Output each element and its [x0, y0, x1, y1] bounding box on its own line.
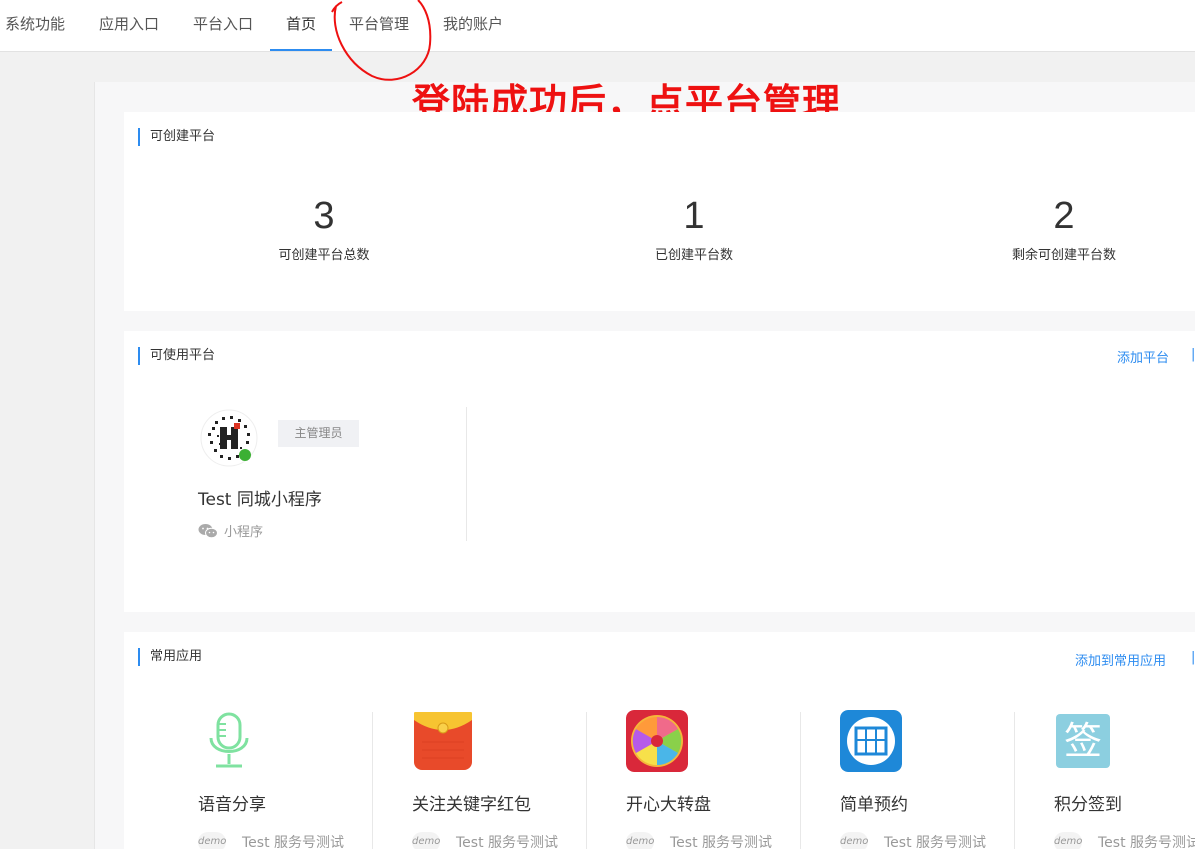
app-owner: demo Test 服务号测试 — [1054, 832, 1195, 849]
platform-qr-avatar — [200, 409, 258, 467]
demo-logo: demo — [198, 832, 226, 849]
divider — [800, 712, 801, 849]
stat-value: 3 — [313, 195, 335, 237]
appointment-icon[interactable] — [840, 710, 902, 772]
card-title: 常用应用 — [138, 648, 202, 666]
creatable-platform-card: 可创建平台 3 可创建平台总数 1 已创建平台数 2 剩余可创建平台数 — [124, 112, 1195, 311]
stat-remaining: 2 剩余可创建平台数 — [964, 194, 1164, 263]
tab-home[interactable]: 首页 — [270, 0, 332, 51]
app-owner-label: Test 服务号测试 — [456, 835, 559, 849]
app-owner-label: Test 服务号测试 — [242, 835, 345, 849]
role-badge: 主管理员 — [278, 420, 359, 447]
left-pane — [0, 52, 94, 849]
overflow-link[interactable]: | — [1191, 347, 1195, 362]
app-owner: demo Test 服务号测试 — [198, 832, 344, 849]
microphone-icon[interactable] — [198, 710, 260, 772]
red-envelope-icon[interactable] — [412, 710, 474, 772]
stat-total: 3 可创建平台总数 — [224, 194, 424, 263]
demo-logo: demo — [1054, 832, 1082, 849]
divider — [466, 407, 467, 541]
wechat-icon — [198, 523, 218, 538]
tab-system-functions[interactable]: 系统功能 — [0, 0, 70, 51]
app-owner-label: Test 服务号测试 — [1098, 835, 1195, 849]
card-title: 可创建平台 — [138, 128, 215, 146]
divider — [586, 712, 587, 849]
stat-created: 1 已创建平台数 — [594, 194, 794, 263]
tab-platform-management[interactable]: 平台管理 — [344, 0, 414, 51]
app-owner-label: Test 服务号测试 — [670, 835, 773, 849]
platform-name[interactable]: Test 同城小程序 — [198, 485, 322, 510]
demo-logo: demo — [412, 832, 440, 849]
divider — [372, 712, 373, 849]
signin-icon[interactable]: 签 — [1054, 710, 1116, 772]
app-name[interactable]: 开心大转盘 — [626, 790, 711, 815]
demo-logo: demo — [626, 832, 654, 849]
app-owner: demo Test 服务号测试 — [412, 832, 558, 849]
tab-app-entry[interactable]: 应用入口 — [94, 0, 164, 51]
top-nav: 系统功能 应用入口 平台入口 首页 平台管理 我的账户 — [0, 0, 1195, 52]
app-owner: demo Test 服务号测试 — [626, 832, 772, 849]
platform-type: 小程序 — [198, 521, 263, 540]
add-to-common-link[interactable]: 添加到常用应用 — [1075, 650, 1166, 669]
app-name[interactable]: 语音分享 — [198, 790, 266, 815]
app-name[interactable]: 简单预约 — [840, 790, 908, 815]
stat-value: 2 — [1053, 195, 1075, 237]
common-apps-card: 常用应用 添加到常用应用 | 语音分享 demo Test 服务号测试 关注关键… — [124, 632, 1195, 849]
wheel-icon[interactable] — [626, 710, 688, 772]
app-owner: demo Test 服务号测试 — [840, 832, 986, 849]
overflow-link[interactable]: | — [1191, 650, 1195, 665]
app-name[interactable]: 关注关键字红包 — [412, 790, 531, 815]
stat-label: 已创建平台数 — [654, 248, 733, 263]
svg-text:签: 签 — [1064, 719, 1102, 763]
demo-logo: demo — [840, 832, 868, 849]
app-owner-label: Test 服务号测试 — [884, 835, 987, 849]
stat-value: 1 — [683, 195, 705, 237]
card-title: 可使用平台 — [138, 347, 215, 365]
platform-type-label: 小程序 — [224, 525, 264, 540]
stat-label: 可创建平台总数 — [278, 248, 370, 263]
tab-my-account[interactable]: 我的账户 — [438, 0, 508, 51]
stat-label: 剩余可创建平台数 — [1011, 248, 1116, 263]
add-platform-link[interactable]: 添加平台 — [1117, 347, 1169, 366]
divider — [1014, 712, 1015, 849]
app-name[interactable]: 积分签到 — [1054, 790, 1122, 815]
tab-platform-entry[interactable]: 平台入口 — [188, 0, 258, 51]
usable-platform-card: 可使用平台 添加平台 | 主管理员 Test 同城小程序 小程序 — [124, 331, 1195, 612]
